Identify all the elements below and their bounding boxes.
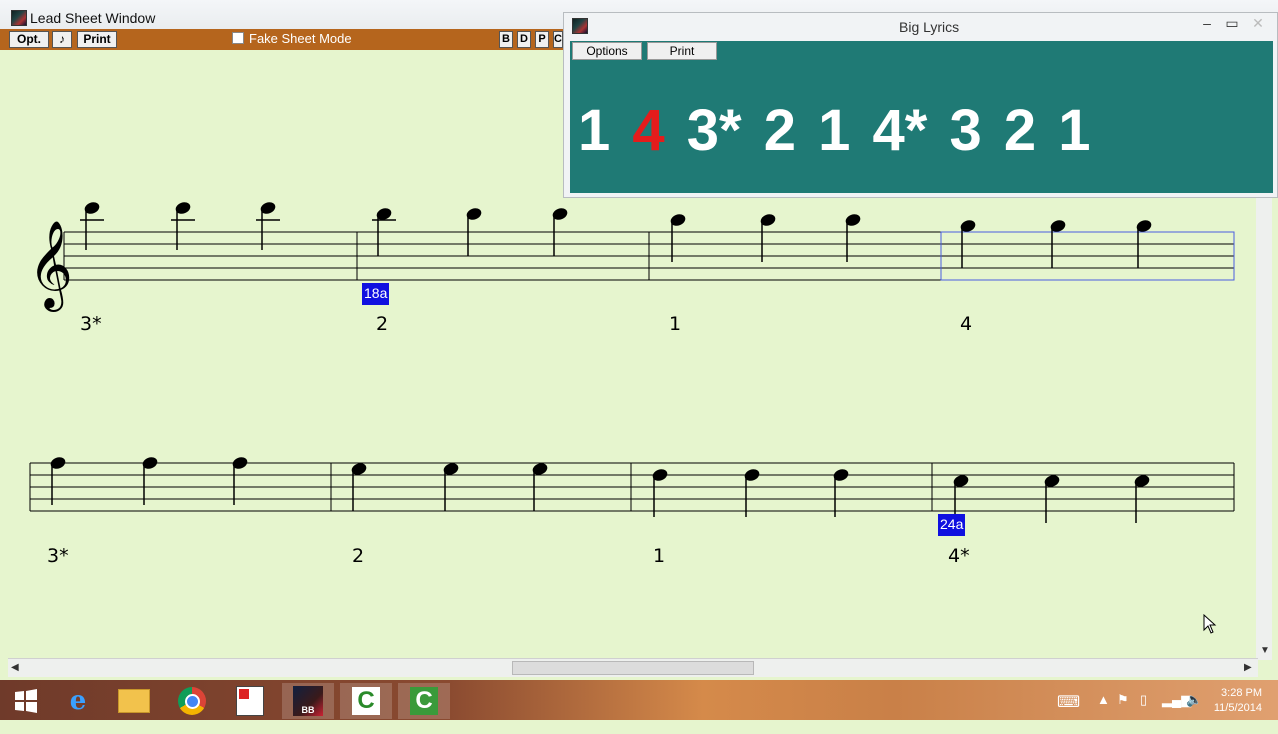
app-icon <box>572 18 588 34</box>
fake-sheet-mode-checkbox[interactable]: Fake Sheet Mode <box>232 32 352 46</box>
lead-sheet-staff[interactable]: 𝄞 <box>0 190 1278 550</box>
lyric-token: 1 <box>1058 98 1091 163</box>
quarter-note[interactable] <box>372 207 396 256</box>
quarter-note[interactable] <box>466 207 483 256</box>
p-button[interactable]: P <box>535 31 549 48</box>
flag-icon[interactable]: ⚑ <box>1117 692 1129 708</box>
lyric-token: 3 <box>949 98 982 163</box>
lyric-token: 2 <box>763 98 796 163</box>
quarter-note[interactable] <box>80 201 104 250</box>
app-icon[interactable] <box>224 683 276 719</box>
quarter-note[interactable] <box>50 456 67 505</box>
count-label: 1 <box>669 313 682 335</box>
app-icon <box>11 10 27 26</box>
scroll-left-icon[interactable]: ◀ <box>11 662 19 673</box>
b-button[interactable]: B <box>499 31 513 48</box>
keyboard-icon[interactable]: ⌨ <box>1057 692 1080 712</box>
battery-icon[interactable]: ▯ <box>1140 692 1147 708</box>
checkbox-box[interactable] <box>232 32 244 44</box>
lyric-token: 1 <box>818 98 851 163</box>
section-marker[interactable]: 24a <box>938 514 966 536</box>
window-title: Big Lyrics <box>899 19 960 35</box>
file-explorer-icon[interactable] <box>108 683 160 719</box>
close-icon[interactable]: ✕ <box>1246 15 1270 32</box>
quarter-note[interactable] <box>744 468 761 517</box>
clock[interactable]: 3:28 PM 11/5/2014 <box>1214 686 1262 716</box>
lyric-token: 3* <box>686 98 742 163</box>
treble-clef-icon: 𝄞 <box>28 219 73 312</box>
quarter-note[interactable] <box>532 462 549 511</box>
date: 11/5/2014 <box>1213 702 1262 714</box>
lyric-token: 4* <box>872 98 928 163</box>
count-label: 3* <box>47 545 69 567</box>
band-in-a-box-icon[interactable]: BB <box>282 683 334 719</box>
quarter-note[interactable] <box>232 456 249 505</box>
quarter-note[interactable] <box>845 213 862 262</box>
show-hidden-icons-icon[interactable]: ▲ <box>1097 692 1110 707</box>
chrome-icon[interactable] <box>166 683 218 719</box>
start-icon[interactable] <box>0 683 52 719</box>
d-button[interactable]: D <box>517 31 531 48</box>
section-marker[interactable]: 18a <box>362 283 390 305</box>
count-label: 2 <box>376 313 389 335</box>
quarter-note[interactable] <box>1050 219 1067 268</box>
time: 3:28 PM <box>1221 687 1262 699</box>
lyric-line: 1 4 3* 2 1 4* 3 2 1 <box>578 97 1091 164</box>
camtasia-recorder-icon[interactable]: C <box>398 683 450 719</box>
lead-sheet-toolbar: Opt. ♪ Print Fake Sheet Mode B D P C <box>0 29 566 50</box>
quarter-note[interactable] <box>142 456 159 505</box>
count-label: 3* <box>80 313 102 335</box>
opt-button[interactable]: Opt. <box>9 31 49 48</box>
print-button[interactable]: Print <box>77 31 117 48</box>
scroll-down-icon[interactable]: ▼ <box>1260 645 1270 656</box>
fake-sheet-mode-label: Fake Sheet Mode <box>249 31 352 46</box>
quarter-note[interactable] <box>670 213 687 262</box>
quarter-note[interactable] <box>1044 474 1061 523</box>
horizontal-scroll-thumb[interactable] <box>512 661 754 675</box>
options-button[interactable]: Options <box>572 42 642 60</box>
quarter-note[interactable] <box>1136 219 1153 268</box>
quarter-note[interactable] <box>171 201 195 250</box>
quarter-note[interactable] <box>1134 474 1151 523</box>
window-title: Lead Sheet Window <box>30 10 156 26</box>
lyric-token: 4 <box>632 98 665 163</box>
c-button[interactable]: C <box>553 31 563 48</box>
count-label: 4* <box>948 545 970 567</box>
minimize-icon[interactable]: – <box>1195 15 1219 31</box>
big-lyrics-window[interactable]: Big Lyrics – ▭ ✕ Options Print 1 4 3* 2 … <box>563 12 1278 198</box>
count-label: 2 <box>352 545 365 567</box>
vertical-scrollbar[interactable] <box>1256 198 1272 660</box>
count-label: 4 <box>960 313 973 335</box>
quarter-note[interactable] <box>833 468 850 517</box>
camtasia-icon[interactable]: C <box>340 683 392 719</box>
quarter-note[interactable] <box>552 207 569 256</box>
maximize-icon[interactable]: ▭ <box>1220 15 1244 32</box>
staff-lines <box>29 231 1235 512</box>
quarter-note[interactable] <box>256 201 280 250</box>
lyric-token: 2 <box>1003 98 1037 163</box>
quarter-note[interactable] <box>760 213 777 262</box>
lyric-token: 1 <box>578 98 611 163</box>
mouse-cursor-icon <box>1203 614 1217 634</box>
quarter-note[interactable] <box>960 219 977 268</box>
count-label: 1 <box>653 545 666 567</box>
quarter-note[interactable] <box>351 462 368 511</box>
big-lyrics-display: Options Print 1 4 3* 2 1 4* 3 2 1 <box>570 41 1273 193</box>
print-button[interactable]: Print <box>647 42 717 60</box>
quarter-note[interactable] <box>652 468 669 517</box>
quarter-note[interactable] <box>443 462 460 511</box>
scroll-right-icon[interactable]: ▶ <box>1244 662 1252 673</box>
internet-explorer-icon[interactable]: e <box>52 683 104 719</box>
volume-icon[interactable]: 🔈 <box>1186 692 1202 708</box>
note-button[interactable]: ♪ <box>52 31 72 48</box>
